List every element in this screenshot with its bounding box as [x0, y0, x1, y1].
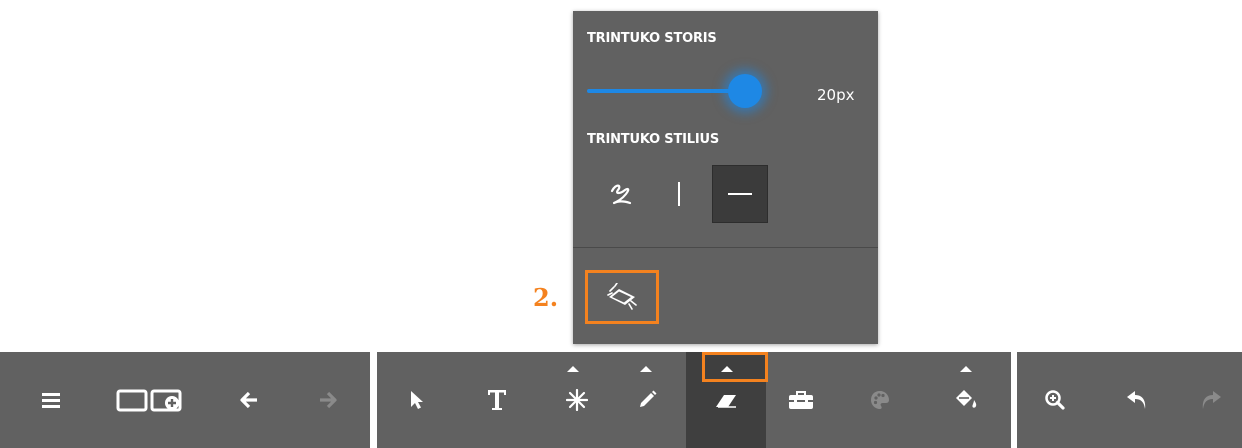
eraser-clear-icon — [607, 283, 637, 310]
eraser-size-value: 20px — [817, 86, 855, 104]
shape-options-caret[interactable] — [567, 366, 579, 372]
toolbar-group-view — [1017, 352, 1242, 448]
menu-icon — [42, 393, 60, 408]
style-thin-line-button[interactable] — [651, 165, 707, 223]
eraser-size-title: TRINTUKO STORIS — [587, 31, 717, 46]
toolbox-tool[interactable] — [777, 352, 825, 448]
pencil-icon — [640, 390, 657, 407]
fill-options-caret[interactable] — [960, 366, 972, 372]
undo-button[interactable] — [1113, 352, 1161, 448]
popup-divider — [573, 247, 878, 248]
menu-button[interactable] — [27, 352, 75, 448]
eraser-style-title: TRINTUKO STILIUS — [587, 132, 719, 147]
text-tool[interactable] — [473, 352, 521, 448]
undo-icon — [1127, 391, 1146, 409]
eraser-caret-highlight — [702, 352, 768, 382]
style-freehand-button[interactable] — [593, 165, 649, 223]
clear-drawing-button[interactable] — [585, 270, 659, 324]
zoom-in-button[interactable] — [1031, 352, 1079, 448]
toolbox-icon — [789, 391, 813, 409]
palette-icon — [871, 391, 889, 409]
eraser-settings-popup: TRINTUKO STORIS 20px TRINTUKO STILIUS — [573, 11, 878, 344]
forward-arrow-icon — [320, 391, 337, 409]
eraser-icon — [716, 395, 736, 408]
style-thick-line-button[interactable] — [712, 165, 768, 223]
forward-button[interactable] — [304, 352, 352, 448]
page-layout-button[interactable] — [109, 352, 195, 448]
callout-step-2: 2. — [533, 283, 559, 312]
toolbar-group-navigation — [0, 352, 370, 448]
pointer-tool[interactable] — [393, 352, 441, 448]
add-page-icon — [116, 389, 182, 412]
pointer-icon — [411, 391, 423, 409]
line-thin-icon — [678, 182, 680, 206]
redo-icon — [1202, 391, 1221, 409]
back-arrow-icon — [240, 391, 257, 409]
line-thick-icon — [728, 193, 752, 195]
freehand-icon — [610, 184, 632, 205]
pencil-options-caret[interactable] — [640, 366, 652, 372]
zoom-in-icon — [1045, 390, 1065, 410]
fill-bucket-icon — [956, 390, 977, 408]
redo-button[interactable] — [1187, 352, 1235, 448]
toolbar-group-tools — [377, 352, 1011, 448]
back-button[interactable] — [225, 352, 273, 448]
text-icon — [488, 390, 506, 410]
star-icon — [566, 389, 588, 411]
color-palette-tool[interactable] — [856, 352, 904, 448]
eraser-size-slider-thumb[interactable] — [728, 74, 762, 108]
eraser-size-slider-track[interactable] — [587, 89, 747, 93]
